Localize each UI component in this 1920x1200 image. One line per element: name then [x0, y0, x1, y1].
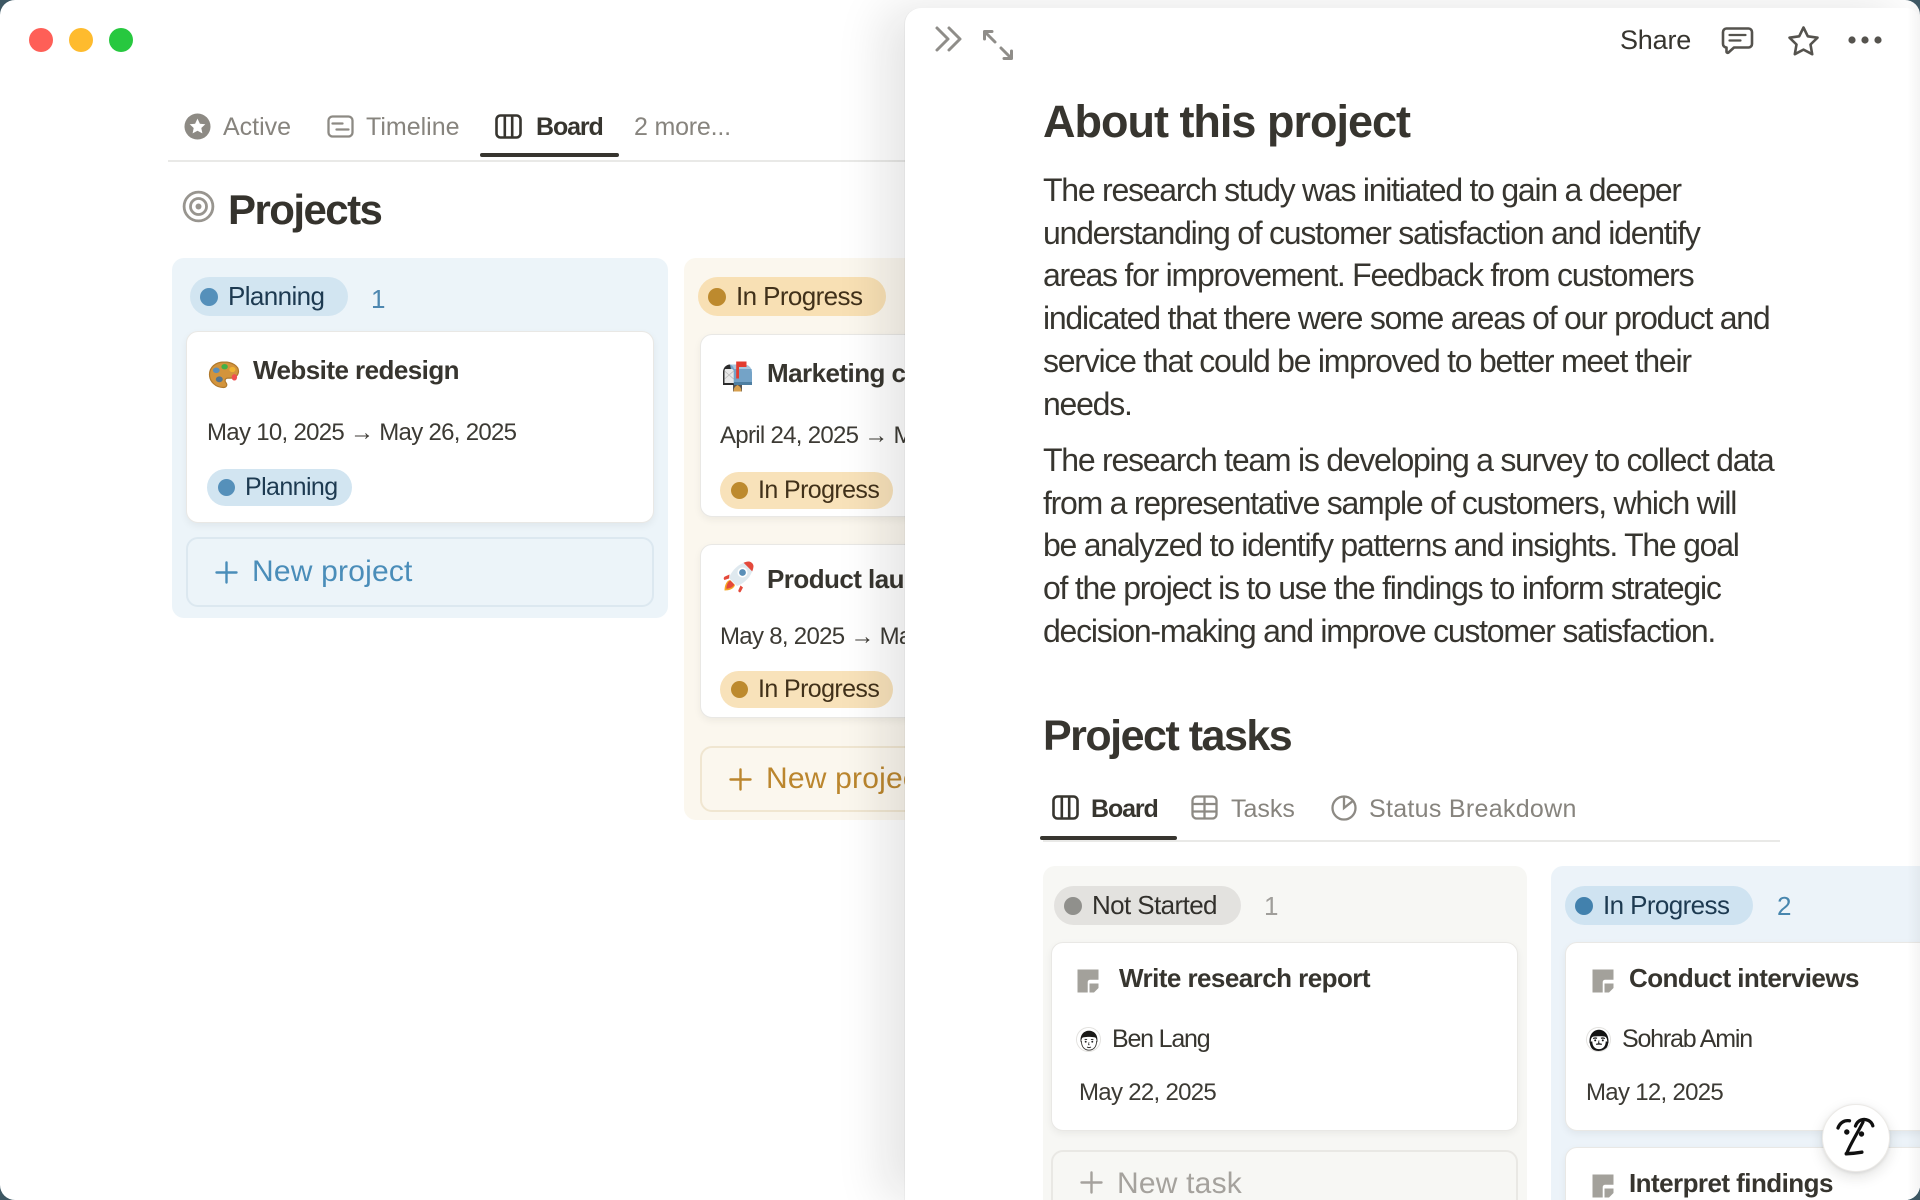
- tag-label: In Progress: [758, 476, 880, 504]
- column-header-pill-planning[interactable]: Planning: [190, 277, 349, 316]
- card-status-tag: In Progress: [720, 671, 894, 708]
- new-project-label: New project: [252, 555, 413, 588]
- notion-ai-button[interactable]: [1822, 1104, 1890, 1172]
- column-header-pill-in-progress[interactable]: In Progress: [698, 277, 887, 316]
- status-dot-amber: [731, 681, 748, 698]
- card-title: Website redesign: [253, 355, 460, 385]
- tab-board[interactable]: Board: [1091, 792, 1159, 826]
- side-peek-panel: Share About this project The research st…: [905, 8, 1920, 1200]
- active-tab-underline: [480, 153, 619, 157]
- board-view-icon: [495, 114, 522, 144]
- board-column-planning: Planning 1 Website redesign May 10, 2025…: [172, 258, 668, 618]
- mailbox-emoji: [720, 359, 755, 399]
- column-name: In Progress: [1603, 890, 1730, 920]
- task-card-conduct-interviews[interactable]: Conduct interviews Sohrab Amin May 12, 2…: [1565, 942, 1920, 1131]
- column-name: Not Started: [1092, 890, 1218, 920]
- about-paragraph-2: The research team is developing a survey…: [1043, 442, 1775, 649]
- column-count: 1: [1264, 891, 1278, 921]
- column-name: Planning: [228, 281, 325, 311]
- page-icon: [1590, 968, 1616, 999]
- new-project-label: New project: [766, 762, 927, 795]
- tab-active[interactable]: Active: [223, 110, 291, 144]
- timeline-view-icon: [327, 113, 354, 145]
- notion-app-window: Active Timeline Board 2 more... Projects…: [0, 0, 1920, 1200]
- status-dot-amber: [708, 287, 726, 306]
- zoom-window-button[interactable]: [109, 28, 133, 52]
- card-title: Write research report: [1119, 963, 1371, 993]
- tag-label: Planning: [245, 473, 338, 501]
- table-view-icon: [1191, 795, 1218, 825]
- close-peek-chevrons-icon[interactable]: [925, 17, 969, 66]
- favorite-star-icon[interactable]: [1785, 23, 1822, 65]
- comments-icon[interactable]: [1720, 24, 1755, 64]
- tab-status-breakdown[interactable]: Status Breakdown: [1369, 792, 1577, 826]
- tab-tasks[interactable]: Tasks: [1231, 792, 1295, 826]
- card-title: Conduct interviews: [1629, 963, 1859, 993]
- column-header-pill-not-started[interactable]: Not Started: [1054, 886, 1241, 925]
- ai-face-logo: [1836, 1117, 1875, 1156]
- status-dot-blue: [200, 287, 218, 306]
- assignee-name: Ben Lang: [1112, 1025, 1211, 1053]
- column-count: 1: [371, 284, 385, 314]
- avatar-ben-lang: [1076, 1027, 1101, 1052]
- board-view-icon: [1052, 795, 1079, 825]
- task-column-not-started: Not Started 1 Write research report Ben …: [1043, 866, 1527, 1200]
- card-date: May 12, 2025: [1586, 1079, 1724, 1106]
- avatar-sohrab-amin: [1586, 1027, 1611, 1052]
- rocket-emoji: [720, 558, 757, 600]
- pie-chart-icon: [1330, 794, 1358, 827]
- status-dot-amber: [731, 482, 748, 499]
- card-status-tag: In Progress: [720, 472, 894, 509]
- expand-page-icon[interactable]: [980, 27, 1016, 68]
- artist-palette-emoji: [207, 358, 241, 397]
- project-card-website-redesign[interactable]: Website redesign May 10, 2025 → May 26, …: [186, 331, 654, 523]
- share-button[interactable]: Share: [1620, 25, 1691, 56]
- new-project-button-planning[interactable]: New project: [186, 537, 654, 607]
- card-dates: May 10, 2025 → May 26, 2025: [207, 419, 517, 446]
- card-status-tag: Planning: [207, 469, 352, 506]
- card-date: May 22, 2025: [1079, 1079, 1217, 1106]
- tab-board[interactable]: Board: [536, 110, 604, 144]
- assignee-row: Ben Lang: [1076, 1025, 1211, 1054]
- page-icon: [1075, 968, 1101, 999]
- tasks-section-title: Project tasks: [1043, 712, 1293, 760]
- bullseye-page-icon[interactable]: [182, 190, 215, 228]
- column-count: 2: [1777, 891, 1791, 921]
- peek-page-title: About this project: [1043, 96, 1411, 147]
- new-task-button[interactable]: New task: [1051, 1150, 1518, 1200]
- tab-more[interactable]: 2 more...: [634, 110, 731, 144]
- minimize-window-button[interactable]: [69, 28, 93, 52]
- tag-label: In Progress: [758, 675, 880, 703]
- active-view-star-icon: [184, 113, 211, 145]
- page-icon: [1590, 1173, 1616, 1200]
- assignee-name: Sohrab Amin: [1622, 1025, 1753, 1053]
- status-dot-blue: [218, 479, 235, 496]
- column-header-pill-in-progress[interactable]: In Progress: [1565, 886, 1754, 925]
- page-title: Projects: [228, 186, 383, 233]
- assignee-row: Sohrab Amin: [1586, 1025, 1753, 1054]
- new-task-label: New task: [1117, 1167, 1242, 1200]
- task-card-write-research-report[interactable]: Write research report Ben Lang May 22, 2…: [1051, 942, 1518, 1131]
- column-name: In Progress: [736, 281, 863, 311]
- tabs-divider: [1043, 840, 1780, 842]
- plus-icon: [215, 560, 238, 584]
- status-dot-gray: [1064, 896, 1082, 915]
- about-paragraph-1: The research study was initiated to gain…: [1043, 172, 1771, 422]
- tab-timeline[interactable]: Timeline: [366, 110, 460, 144]
- plus-icon: [729, 767, 752, 791]
- tabs-divider: [168, 160, 920, 162]
- status-dot-blue: [1575, 896, 1593, 915]
- close-window-button[interactable]: [29, 28, 53, 52]
- plus-icon: [1080, 1171, 1103, 1194]
- more-options-icon[interactable]: [1846, 32, 1886, 53]
- card-title: Interpret findings: [1629, 1168, 1833, 1198]
